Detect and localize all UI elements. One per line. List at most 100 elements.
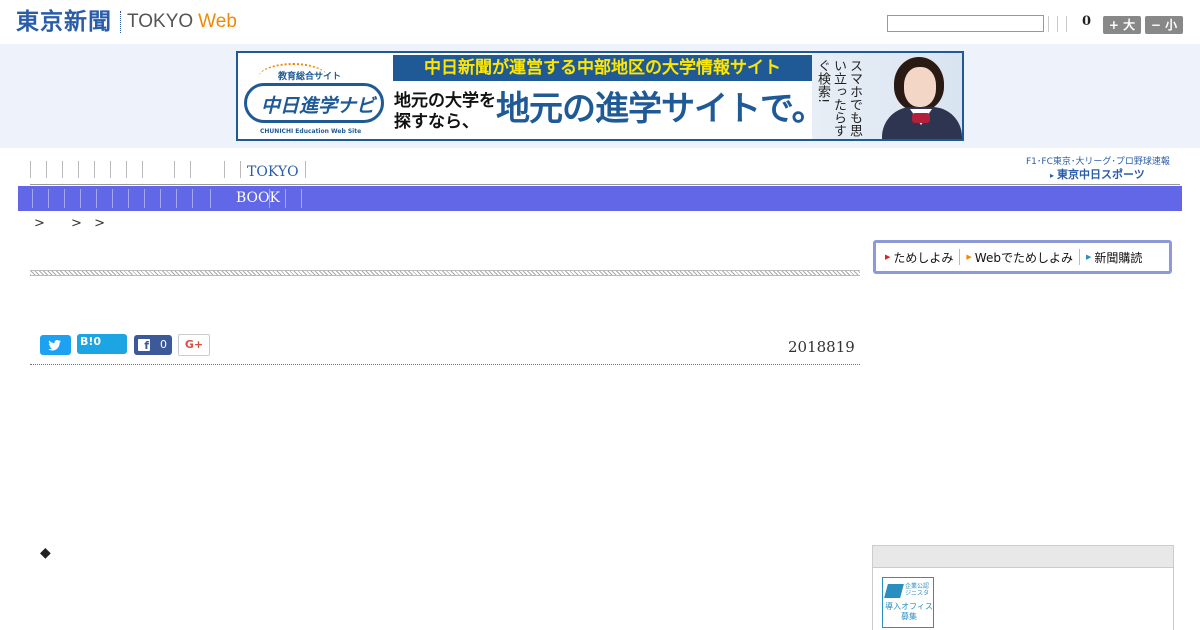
primary-nav: TOKYO bbox=[30, 160, 306, 180]
triangle-right-icon: ▶ bbox=[1085, 253, 1092, 261]
secondary-nav-book[interactable]: BOOK bbox=[236, 189, 280, 208]
facebook-share-button[interactable]: f 0 bbox=[134, 335, 172, 355]
side-ad-text: 導入オフィス募集 bbox=[885, 602, 933, 621]
model-face bbox=[904, 67, 936, 107]
side-ad[interactable]: 企業公認ジニスタ 導入オフィス募集 bbox=[882, 577, 934, 628]
nav-tokyo-label: TOKYO bbox=[247, 164, 299, 180]
sub-divider bbox=[1078, 249, 1080, 265]
breadcrumb: > > > bbox=[34, 216, 113, 231]
nav-item[interactable] bbox=[78, 161, 94, 178]
secondary-nav-item[interactable] bbox=[144, 189, 145, 208]
triangle-right-icon: ▶ bbox=[966, 253, 972, 261]
nav-item[interactable] bbox=[224, 161, 240, 178]
banner-big-text: 地元の進学サイトで。 bbox=[496, 89, 826, 129]
web-trial-read-link[interactable]: ▶ Webでためしよみ bbox=[966, 248, 1073, 266]
nav-item[interactable] bbox=[142, 161, 174, 178]
hatena-icon: B! bbox=[80, 335, 94, 348]
article-title-rule bbox=[30, 270, 860, 276]
article-date: 2018819 bbox=[788, 338, 855, 356]
subscribe-link[interactable]: ▶ 新聞購読 bbox=[1086, 248, 1142, 266]
twitter-bird-icon bbox=[48, 340, 61, 351]
banner-small-label: 教育総合サイト bbox=[278, 72, 342, 82]
subscription-box: ▶ ためしよみ ▶ Webでためしよみ ▶ 新聞購読 bbox=[873, 240, 1172, 274]
banner-logo-pill: 中日進学ナビ bbox=[244, 83, 384, 123]
banner-logo-text: 中日進学ナビ bbox=[261, 95, 376, 117]
ad-logo-icon bbox=[884, 584, 904, 598]
model-ribbon bbox=[912, 113, 930, 123]
nav-divider bbox=[304, 161, 306, 178]
section-bullet: ◆ bbox=[40, 545, 51, 561]
banner-subline-2: 探すなら、 bbox=[394, 112, 479, 132]
google-plus-share-button[interactable]: G+ bbox=[178, 334, 210, 356]
secondary-nav-item[interactable] bbox=[285, 189, 286, 208]
nav-item[interactable] bbox=[190, 161, 224, 178]
arrow-right-icon: ▸ bbox=[1050, 171, 1055, 180]
font-size-count: 0 bbox=[1082, 14, 1092, 29]
header-link[interactable] bbox=[1048, 16, 1057, 32]
secondary-nav-item[interactable] bbox=[176, 189, 177, 208]
site-logo[interactable]: 東京新聞 TOKYO Web bbox=[16, 9, 237, 35]
banner-subline-1: 地元の大学を bbox=[394, 91, 496, 111]
secondary-nav-item[interactable] bbox=[32, 189, 33, 208]
triangle-right-icon: ▶ bbox=[885, 253, 891, 261]
breadcrumb-separator: > bbox=[71, 216, 82, 231]
banner-logo-subtext: CHUNICHI Education Web Site bbox=[260, 128, 362, 135]
banner-headline: 中日新聞が運営する中部地区の大学情報サイト bbox=[393, 55, 812, 81]
nav-item-tokyo[interactable]: TOKYO bbox=[240, 161, 305, 180]
secondary-nav-item[interactable] bbox=[192, 189, 193, 208]
nav-item[interactable] bbox=[46, 161, 62, 178]
breadcrumb-separator: > bbox=[94, 216, 105, 231]
facebook-count: 0 bbox=[160, 338, 167, 351]
secondary-nav-item[interactable] bbox=[48, 189, 49, 208]
hatena-count: 0 bbox=[93, 335, 102, 348]
font-size-down-button[interactable]: − 小 bbox=[1145, 16, 1183, 34]
site-header: 東京新聞 TOKYO Web 0 + 大 − 小 bbox=[0, 0, 1200, 44]
nav-divider-line bbox=[30, 184, 1180, 185]
hatena-bookmark-button[interactable]: B!0 bbox=[77, 334, 127, 354]
web-trial-read-label: Webでためしよみ bbox=[974, 250, 1073, 265]
date-rule bbox=[30, 364, 860, 365]
banner-subline: 地元の大学を 探すなら、 bbox=[394, 91, 496, 133]
ad-banner[interactable]: 教育総合サイト 中日進学ナビ CHUNICHI Education Web Si… bbox=[236, 51, 964, 141]
banner-photo: スマホでも思い立ったらすぐ検索! bbox=[812, 53, 962, 139]
secondary-nav-item[interactable] bbox=[96, 189, 97, 208]
font-size-up-button[interactable]: + 大 bbox=[1103, 16, 1141, 34]
facebook-icon: f bbox=[138, 339, 150, 352]
twitter-share-button[interactable] bbox=[40, 335, 71, 355]
secondary-nav-item[interactable] bbox=[112, 189, 113, 208]
secondary-nav-item[interactable] bbox=[80, 189, 81, 208]
logo-divider bbox=[120, 11, 121, 33]
nav-item[interactable] bbox=[30, 161, 46, 178]
nav-item[interactable] bbox=[62, 161, 78, 178]
secondary-nav-item[interactable] bbox=[128, 189, 129, 208]
sports-logo-text: 東京中日スポーツ bbox=[1057, 168, 1145, 181]
subscribe-label: 新聞購読 bbox=[1094, 250, 1143, 265]
logo-tokyo-shimbun: 東京新聞 bbox=[16, 8, 112, 35]
secondary-nav-item[interactable] bbox=[210, 189, 211, 208]
logo-web-text: Web bbox=[198, 11, 237, 32]
header-link[interactable] bbox=[1057, 16, 1066, 32]
breadcrumb-separator: > bbox=[34, 216, 45, 231]
search-input[interactable] bbox=[887, 15, 1044, 32]
banner-logo-area: 教育総合サイト 中日進学ナビ CHUNICHI Education Web Si… bbox=[238, 53, 390, 139]
logo-tokyo-text: TOKYO bbox=[127, 11, 194, 32]
banner-zone: 教育総合サイト 中日進学ナビ CHUNICHI Education Web Si… bbox=[0, 44, 1200, 148]
nav-item[interactable] bbox=[94, 161, 110, 178]
header-link[interactable] bbox=[1066, 16, 1075, 32]
banner-vertical-text: スマホでも思い立ったらすぐ検索! bbox=[815, 59, 862, 137]
nav-item[interactable] bbox=[126, 161, 142, 178]
secondary-nav-item[interactable] bbox=[160, 189, 161, 208]
sub-divider bbox=[959, 249, 961, 265]
side-panel-header bbox=[873, 546, 1173, 568]
header-mini-links bbox=[1048, 16, 1075, 32]
nav-item[interactable] bbox=[110, 161, 126, 178]
side-ad-small-text: 企業公認ジニスタ bbox=[905, 583, 930, 597]
nav-item[interactable] bbox=[174, 161, 190, 178]
secondary-nav-item[interactable] bbox=[64, 189, 65, 208]
chunichi-sports-link[interactable]: ▸ 東京中日スポーツ bbox=[1050, 166, 1145, 182]
secondary-nav-item[interactable] bbox=[301, 189, 302, 208]
trial-read-link[interactable]: ▶ ためしよみ bbox=[885, 248, 953, 266]
secondary-nav: BOOK bbox=[18, 186, 1182, 211]
trial-read-label: ためしよみ bbox=[893, 250, 954, 265]
secondary-nav-item[interactable] bbox=[269, 189, 270, 208]
